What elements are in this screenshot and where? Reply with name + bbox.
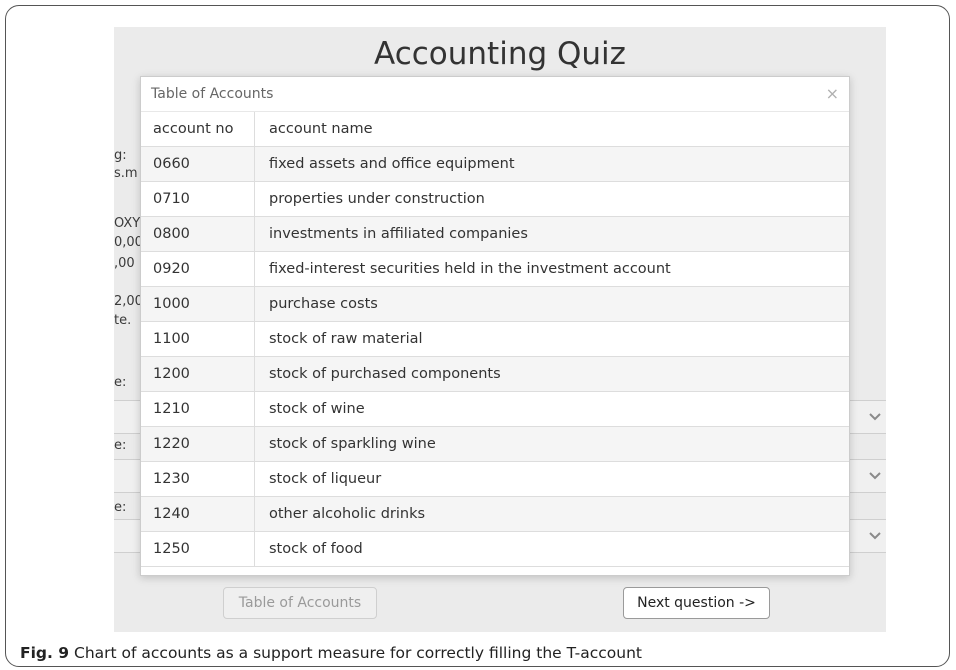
dialog-title: Table of Accounts xyxy=(151,86,274,102)
account-no-cell: 1230 xyxy=(141,462,255,496)
table-row[interactable]: 1250 stock of food xyxy=(141,532,849,567)
account-name-cell: stock of wine xyxy=(269,401,365,417)
background-text: s.m xyxy=(114,166,138,181)
account-no-cell: 0800 xyxy=(141,217,255,251)
background-text: e: xyxy=(114,438,127,453)
background-text: te. xyxy=(114,313,132,328)
chevron-down-icon xyxy=(869,532,881,540)
account-no-cell: 1210 xyxy=(141,392,255,426)
account-no-cell: 1240 xyxy=(141,497,255,531)
table-row[interactable]: 0710 properties under construction xyxy=(141,182,849,217)
account-no-cell: 1220 xyxy=(141,427,255,461)
account-name-cell: purchase costs xyxy=(269,296,378,312)
background-text: OXY xyxy=(114,216,141,231)
table-row[interactable]: 1200 stock of purchased components xyxy=(141,357,849,392)
table-of-accounts-button[interactable]: Table of Accounts xyxy=(223,587,377,619)
background-text: e: xyxy=(114,500,127,515)
background-text: g: xyxy=(114,148,127,163)
table-row[interactable]: 1230 stock of liqueur xyxy=(141,462,849,497)
table-of-accounts-dialog: Table of Accounts × account no account n… xyxy=(140,76,850,576)
account-no-cell: 1100 xyxy=(141,322,255,356)
figure-frame: Accounting Quiz g: s.m OXY 0,00 ,00 2,00… xyxy=(5,5,950,667)
background-text: 0,00 xyxy=(114,235,143,250)
table-row[interactable]: 1220 stock of sparkling wine xyxy=(141,427,849,462)
figure-caption-text: Chart of accounts as a support measure f… xyxy=(74,644,642,662)
chevron-down-icon xyxy=(869,472,881,480)
account-name-cell: stock of purchased components xyxy=(269,366,501,382)
account-name-cell: properties under construction xyxy=(269,191,485,207)
account-no-cell: 1000 xyxy=(141,287,255,321)
account-name-cell: stock of raw material xyxy=(269,331,423,347)
table-header: account no account name xyxy=(141,111,849,147)
accounts-table: account no account name 0660 fixed assets… xyxy=(141,111,849,567)
table-row[interactable]: 1240 other alcoholic drinks xyxy=(141,497,849,532)
background-text: e: xyxy=(114,375,127,390)
column-header-account-no: account no xyxy=(141,112,255,146)
column-header-account-name: account name xyxy=(269,121,373,137)
account-name-cell: fixed assets and office equipment xyxy=(269,156,515,172)
account-no-cell: 1200 xyxy=(141,357,255,391)
account-name-cell: stock of liqueur xyxy=(269,471,382,487)
account-name-cell: stock of food xyxy=(269,541,363,557)
page-title: Accounting Quiz xyxy=(374,36,626,72)
account-name-cell: other alcoholic drinks xyxy=(269,506,426,522)
account-no-cell: 0710 xyxy=(141,182,255,216)
table-row[interactable]: 1100 stock of raw material xyxy=(141,322,849,357)
figure-label: Fig. 9 xyxy=(20,644,70,662)
table-row[interactable]: 1210 stock of wine xyxy=(141,392,849,427)
table-row[interactable]: 0800 investments in affiliated companies xyxy=(141,217,849,252)
account-no-cell: 1250 xyxy=(141,532,255,566)
account-name-cell: investments in affiliated companies xyxy=(269,226,528,242)
chevron-down-icon xyxy=(869,413,881,421)
table-row[interactable]: 0660 fixed assets and office equipment xyxy=(141,147,849,182)
account-name-cell: fixed-interest securities held in the in… xyxy=(269,261,671,277)
table-row[interactable]: 1000 purchase costs xyxy=(141,287,849,322)
figure-caption: Fig. 9 Chart of accounts as a support me… xyxy=(20,644,642,662)
background-text: 2,00 xyxy=(114,294,143,309)
account-no-cell: 0660 xyxy=(141,147,255,181)
table-body: 0660 fixed assets and office equipment 07… xyxy=(141,147,849,567)
account-no-cell: 0920 xyxy=(141,252,255,286)
background-text: ,00 xyxy=(114,256,135,271)
next-question-button[interactable]: Next question -> xyxy=(623,587,770,619)
table-row[interactable]: 0920 fixed-interest securities held in th… xyxy=(141,252,849,287)
close-icon[interactable]: × xyxy=(826,84,839,103)
account-name-cell: stock of sparkling wine xyxy=(269,436,436,452)
